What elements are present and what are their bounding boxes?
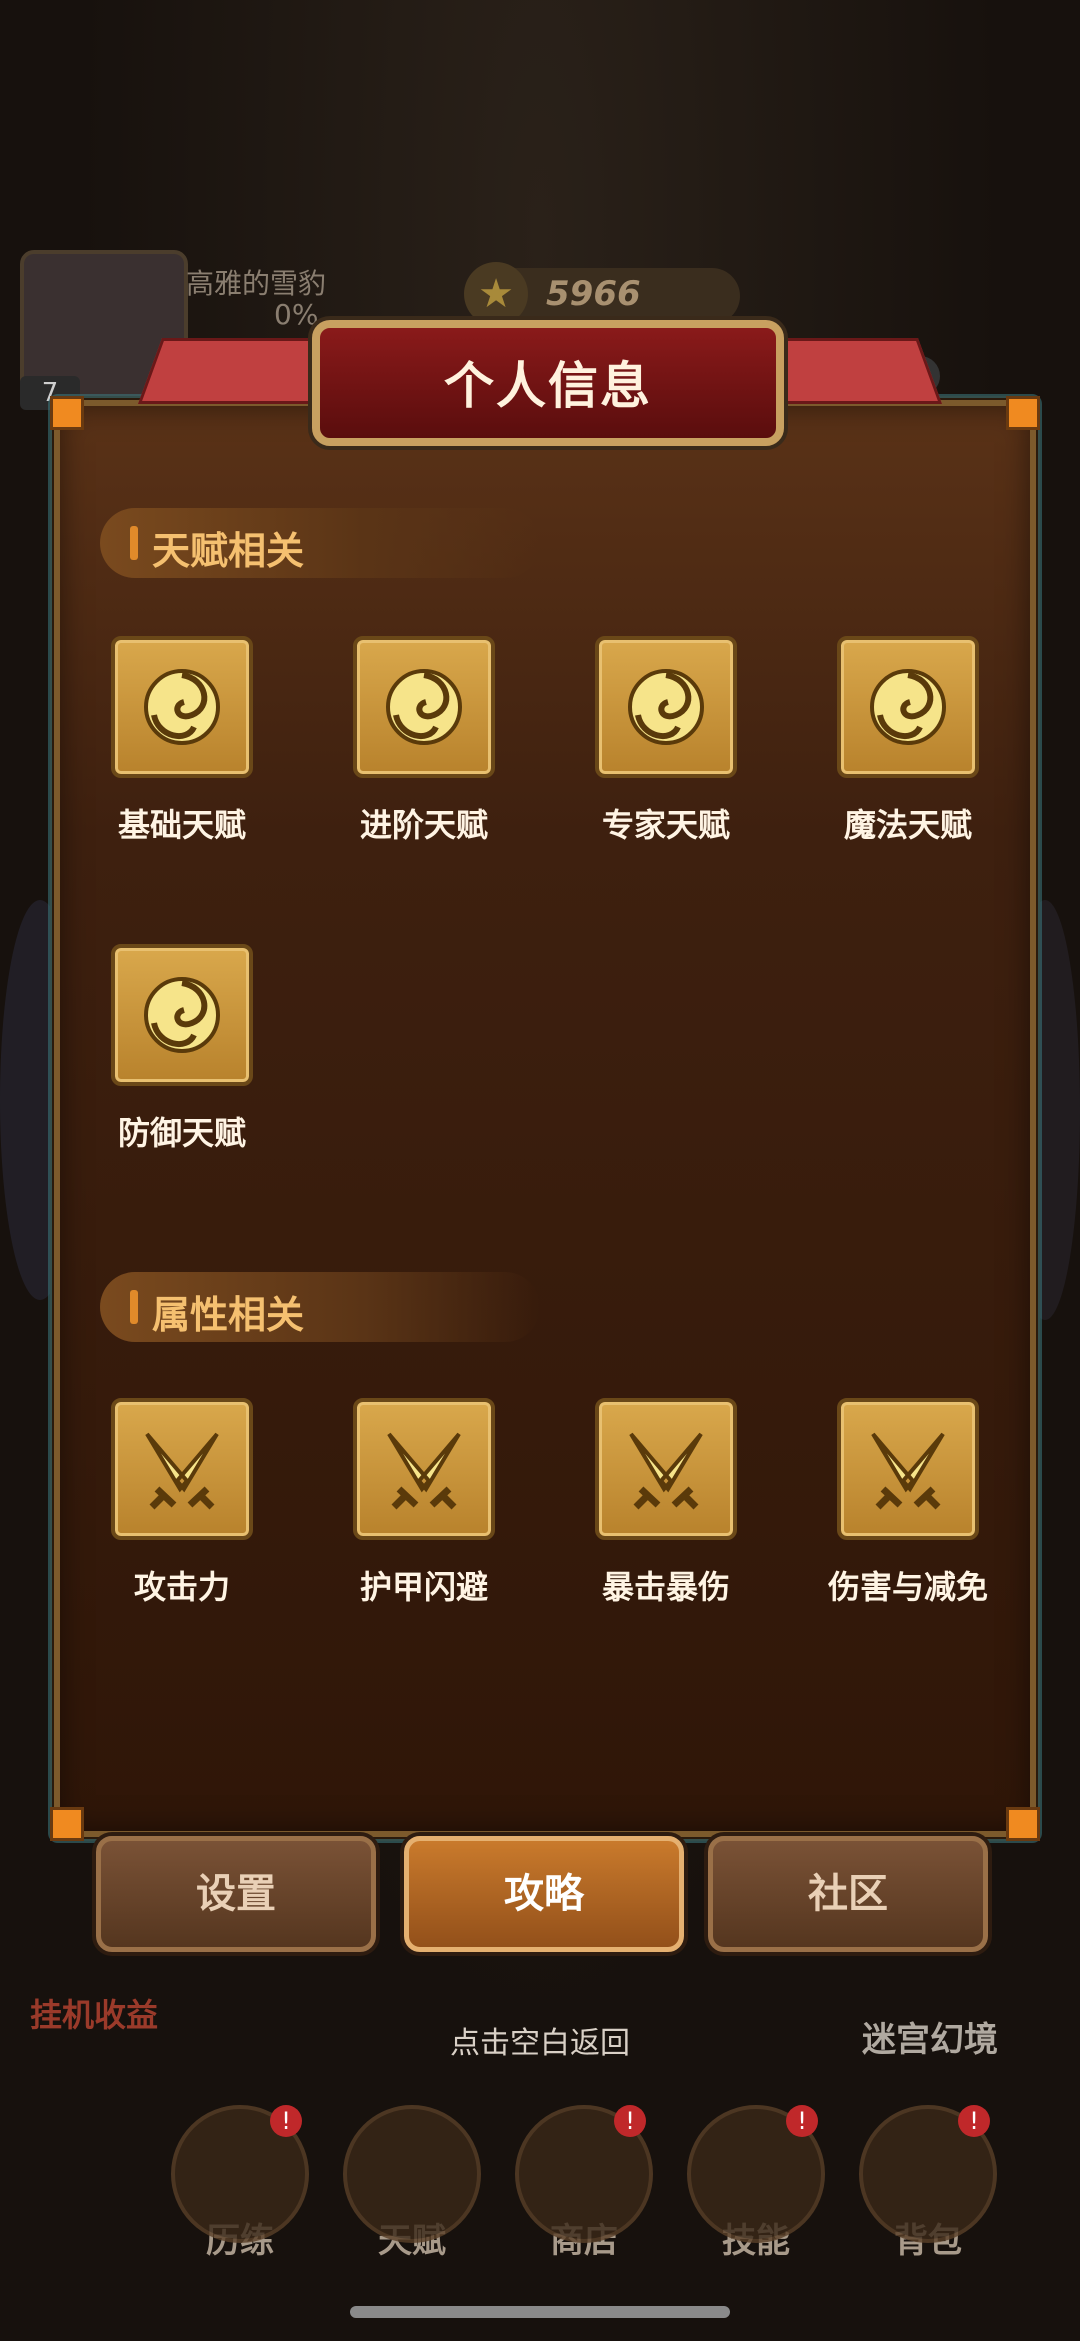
crossed-swords-icon [629, 1432, 703, 1510]
corner-ornament [50, 1807, 84, 1841]
nav-shop[interactable]: ! 商店 [514, 2105, 654, 2262]
swirl-icon [144, 669, 220, 745]
nav-talent[interactable]: 天赋 [342, 2105, 482, 2262]
talent-expert[interactable]: 专家天赋 [576, 636, 756, 846]
alert-badge: ! [958, 2105, 990, 2137]
talent-label: 防御天赋 [117, 1114, 246, 1152]
attr-crit[interactable]: 暴击暴伤 [576, 1398, 756, 1608]
alert-badge: ! [786, 2105, 818, 2137]
swirl-icon [870, 669, 946, 745]
player-name: 高雅的雪豹 [186, 267, 327, 300]
talent-label: 专家天赋 [601, 806, 730, 844]
talent-basic[interactable]: 基础天赋 [92, 636, 272, 846]
crossed-swords-icon [387, 1432, 461, 1510]
attr-label: 暴击暴伤 [601, 1568, 730, 1606]
swirl-icon [628, 669, 704, 745]
corner-ornament [1006, 1807, 1040, 1841]
section-label: 属性相关 [152, 1293, 305, 1337]
crossed-swords-icon [871, 1432, 945, 1510]
home-indicator[interactable] [350, 2306, 730, 2318]
talent-magic[interactable]: 魔法天赋 [818, 636, 998, 846]
title-plaque: 个人信息 [312, 320, 784, 446]
attr-label: 攻击力 [133, 1568, 230, 1606]
star-icon: ★ [464, 262, 528, 326]
crossed-swords-icon [145, 1432, 219, 1510]
corner-ornament [1006, 396, 1040, 430]
alert-badge: ! [614, 2105, 646, 2137]
section-talent: 天赋相关 [100, 508, 540, 578]
panel-title: 个人信息 [444, 357, 652, 415]
attr-label: 护甲闪避 [359, 1568, 488, 1606]
fist-icon [343, 2105, 481, 2243]
attr-attack[interactable]: 攻击力 [92, 1398, 272, 1608]
talent-advanced[interactable]: 进阶天赋 [334, 636, 514, 846]
settings-button[interactable]: 设置 [96, 1836, 376, 1952]
talent-label: 进阶天赋 [359, 806, 488, 844]
currency-value: 5966 [546, 274, 641, 314]
swirl-icon [386, 669, 462, 745]
talent-defense[interactable]: 防御天赋 [92, 944, 272, 1154]
nav-skills[interactable]: ! 技能 [686, 2105, 826, 2262]
section-label: 天赋相关 [152, 529, 305, 573]
nav-training[interactable]: ! 历练 [170, 2105, 310, 2262]
currency-display: ★ 5966 [464, 262, 740, 326]
attr-armor-dodge[interactable]: 护甲闪避 [334, 1398, 514, 1608]
tap-to-return-hint[interactable]: 点击空白返回 [0, 2018, 1080, 2062]
attr-label: 伤害与减免 [827, 1568, 988, 1606]
alert-badge: ! [270, 2105, 302, 2137]
corner-ornament [50, 396, 84, 430]
attr-damage-reduction[interactable]: 伤害与减免 [818, 1398, 998, 1608]
nav-bag[interactable]: ! 背包 [858, 2105, 998, 2262]
swirl-icon [144, 977, 220, 1053]
section-attribute: 属性相关 [100, 1272, 540, 1342]
community-button[interactable]: 社区 [708, 1836, 988, 1952]
player-progress: 0% [274, 298, 319, 331]
guide-button[interactable]: 攻略 [404, 1836, 684, 1952]
talent-label: 魔法天赋 [843, 806, 972, 844]
talent-label: 基础天赋 [117, 806, 246, 844]
